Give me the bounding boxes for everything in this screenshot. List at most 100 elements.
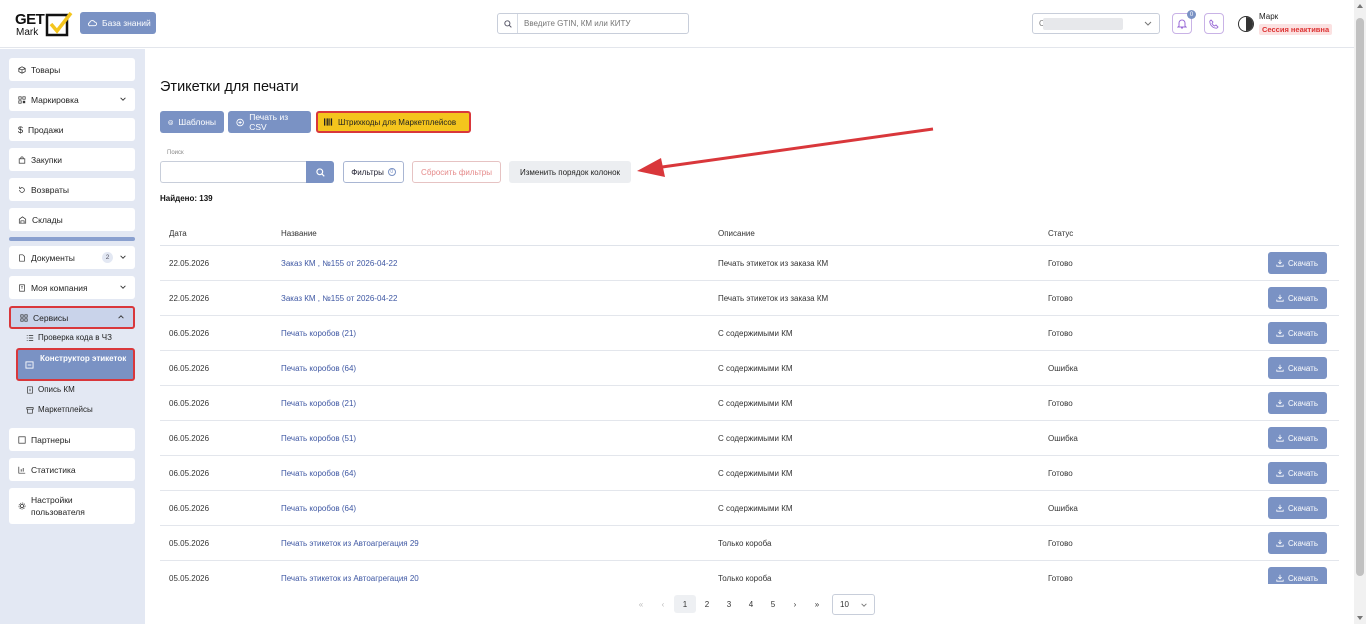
sidebar-item-sales[interactable]: $ Продажи [9, 118, 135, 141]
cell-name-link[interactable]: Заказ КМ , №155 от 2026-04-22 [281, 294, 397, 303]
column-header-date[interactable]: Дата [169, 229, 187, 238]
printer-icon [168, 119, 174, 125]
download-button[interactable]: Скачать [1268, 497, 1327, 519]
label-icon [25, 361, 34, 369]
page-size-select[interactable]: 10 [832, 593, 875, 615]
filters-button[interactable]: Фильтры 0 [343, 161, 404, 183]
sidebar-item-returns[interactable]: Возвраты [9, 178, 135, 201]
page-button[interactable]: 1 [674, 595, 696, 613]
sidebar-subitem-inventory[interactable]: Опись КМ [26, 385, 75, 394]
knowledge-base-button[interactable]: База знаний [80, 12, 156, 34]
download-button[interactable]: Скачать [1268, 532, 1327, 554]
cell-status: Готово [1048, 539, 1073, 548]
return-icon [19, 186, 25, 193]
download-label: Скачать [1288, 503, 1318, 513]
sidebar-item-warehouses[interactable]: Склады [9, 208, 135, 231]
page-button[interactable]: 4 [740, 595, 762, 613]
global-search[interactable] [497, 13, 689, 34]
download-button[interactable]: Скачать [1268, 357, 1327, 379]
table-row: 06.05.2026 Печать коробов (21) С содержимы… [160, 316, 1339, 351]
sidebar-subitem-label: Проверка кода в ЧЗ [38, 333, 112, 342]
table-row: 06.05.2026 Печать коробов (64) С содержимы… [160, 456, 1339, 491]
document-icon [19, 253, 25, 262]
next-page-button[interactable]: › [784, 595, 806, 613]
cell-description: С содержимыми КМ [718, 504, 793, 513]
cell-name-link[interactable]: Печать коробов (21) [281, 399, 356, 408]
cell-status: Ошибка [1048, 504, 1078, 513]
chevron-down-icon [120, 255, 126, 259]
sidebar-item-label: Маркировка [31, 94, 79, 105]
cell-date: 06.05.2026 [169, 469, 210, 478]
sidebar-item-marking[interactable]: Маркировка [9, 88, 135, 111]
page-size-value: 10 [840, 599, 849, 609]
search-input[interactable] [160, 161, 306, 183]
cell-name-link[interactable]: Печать коробов (64) [281, 504, 356, 513]
cell-date: 05.05.2026 [169, 574, 210, 583]
sidebar-item-goods[interactable]: Товары [9, 58, 135, 81]
cell-name-link[interactable]: Печать этикеток из Автоагрегация 20 [281, 574, 419, 583]
page-button[interactable]: 3 [718, 595, 740, 613]
sidebar-item-label: Сервисы [33, 312, 69, 323]
sidebar-item-company[interactable]: Моя компания [9, 276, 135, 299]
search-button[interactable] [306, 161, 334, 183]
cell-name-link[interactable]: Печать коробов (51) [281, 434, 356, 443]
sidebar-item-partners[interactable]: Партнеры [9, 428, 135, 451]
page-scrollbar[interactable] [1354, 0, 1366, 624]
scroll-up-arrow[interactable] [1357, 4, 1363, 8]
last-page-button[interactable]: » [806, 595, 828, 613]
column-header-name[interactable]: Название [281, 229, 317, 238]
table-row: 06.05.2026 Печать коробов (51) С содержимы… [160, 421, 1339, 456]
phone-button[interactable] [1204, 13, 1224, 34]
marketplace-barcodes-button[interactable]: Штрихкоды для Маркетплейсов [316, 111, 471, 133]
cell-name-link[interactable]: Печать коробов (64) [281, 364, 356, 373]
sidebar-subitem-label-constructor[interactable]: Конструктор этикеток [16, 348, 135, 381]
organization-select[interactable]: С [1032, 13, 1160, 34]
download-button[interactable]: Скачать [1268, 427, 1327, 449]
table-row: 06.05.2026 Печать коробов (64) С содержимы… [160, 351, 1339, 386]
cell-date: 05.05.2026 [169, 539, 210, 548]
download-button[interactable]: Скачать [1268, 462, 1327, 484]
download-button[interactable]: Скачать [1268, 252, 1327, 274]
cell-name-link[interactable]: Заказ КМ , №155 от 2026-04-22 [281, 259, 397, 268]
download-button[interactable]: Скачать [1268, 287, 1327, 309]
print-csv-button[interactable]: Печать из CSV [228, 111, 311, 133]
sidebar-item-services[interactable]: Сервисы [9, 306, 135, 329]
download-icon [1276, 539, 1284, 547]
sidebar-subitem-check-code[interactable]: Проверка кода в ЧЗ [26, 333, 112, 342]
chevron-down-icon [120, 285, 126, 289]
column-header-description[interactable]: Описание [718, 229, 755, 238]
cell-name-link[interactable]: Печать этикеток из Автоагрегация 29 [281, 539, 419, 548]
page-button[interactable]: 5 [762, 595, 784, 613]
first-page-button[interactable]: « [630, 595, 652, 613]
sidebar-item-label: Склады [32, 214, 63, 225]
cell-name-link[interactable]: Печать коробов (64) [281, 469, 356, 478]
download-button[interactable]: Скачать [1268, 392, 1327, 414]
scroll-down-arrow[interactable] [1357, 616, 1363, 620]
reset-filters-button[interactable]: Сбросить фильтры [412, 161, 501, 183]
bag-icon [18, 155, 26, 164]
download-button[interactable]: Скачать [1268, 322, 1327, 344]
sidebar-item-documents[interactable]: Документы 2 [9, 246, 135, 269]
sidebar-item-purchases[interactable]: Закупки [9, 148, 135, 171]
column-header-status[interactable]: Статус [1048, 229, 1073, 238]
chart-icon [18, 466, 26, 474]
page-button[interactable]: 2 [696, 595, 718, 613]
sidebar-subitem-marketplaces[interactable]: Маркетплейсы [26, 405, 93, 414]
sidebar-item-label: Моя компания [31, 282, 88, 293]
sidebar-item-settings[interactable]: Настройки пользователя [9, 488, 135, 524]
logo-text-top: GET [15, 11, 45, 28]
cell-date: 22.05.2026 [169, 294, 210, 303]
prev-page-button[interactable]: ‹ [652, 595, 674, 613]
sidebar-item-stats[interactable]: Статистика [9, 458, 135, 481]
scrollbar-thumb[interactable] [1356, 18, 1364, 576]
column-order-button[interactable]: Изменить порядок колонок [509, 161, 631, 183]
download-icon [1276, 329, 1284, 337]
logo[interactable]: GET Mark [15, 11, 73, 39]
cell-description: С содержимыми КМ [718, 329, 793, 338]
templates-button[interactable]: Шаблоны [160, 111, 224, 133]
global-search-input[interactable] [518, 19, 678, 28]
session-status-badge: Сессия неактивна [1259, 24, 1333, 35]
store-icon [26, 406, 34, 414]
cell-name-link[interactable]: Печать коробов (21) [281, 329, 356, 338]
download-button[interactable]: Скачать [1268, 567, 1327, 584]
